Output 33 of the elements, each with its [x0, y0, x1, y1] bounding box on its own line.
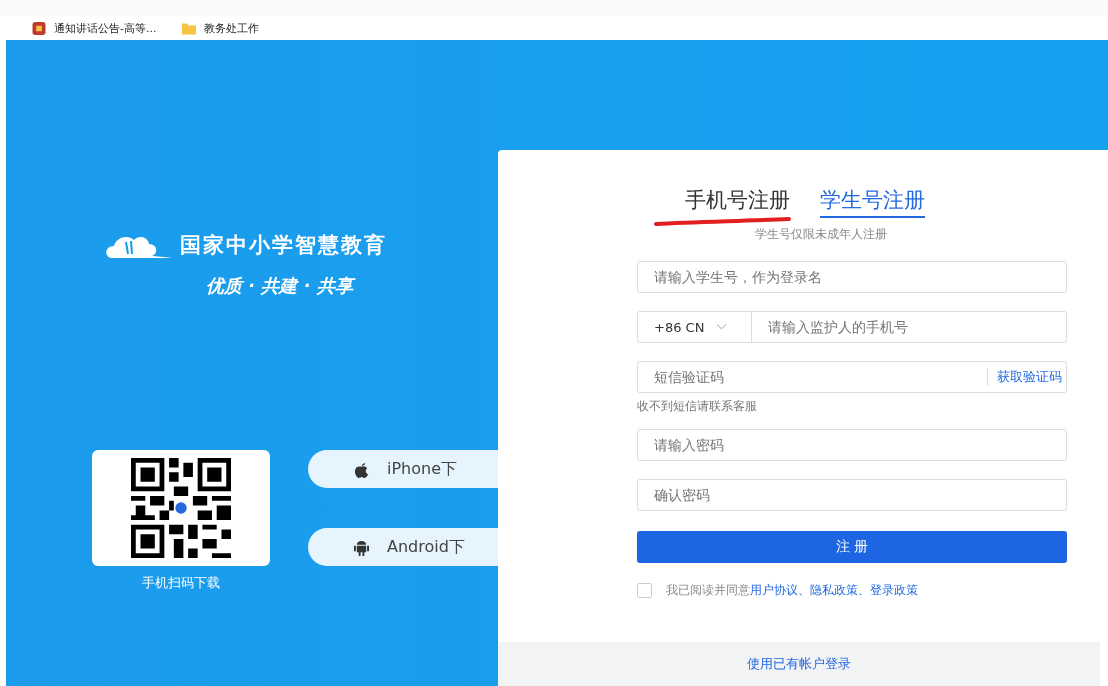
chevron-down-icon	[716, 323, 728, 331]
apple-icon	[354, 460, 369, 478]
bookmark-item[interactable]: 通知讲话公告-高等...	[32, 20, 157, 36]
folder-icon	[182, 21, 197, 35]
download-button[interactable]: Android下	[308, 528, 498, 566]
site-favicon-icon	[32, 21, 46, 35]
separator-text: 、	[858, 582, 870, 599]
separator-text: 、	[798, 582, 810, 599]
get-code-link[interactable]: 获取验证码	[987, 368, 1066, 386]
policy-link[interactable]: 隐私政策	[810, 582, 858, 599]
register-tab[interactable]: 学生号注册	[820, 186, 925, 218]
qr-code-icon	[131, 458, 231, 558]
phone-field[interactable]: +86 CN 请输入监护人的手机号	[637, 311, 1067, 343]
bookmark-item[interactable]: 教务处工作	[182, 20, 260, 36]
register-tab[interactable]: 手机号注册	[685, 186, 790, 216]
country-code-select[interactable]: +86 CN	[638, 312, 752, 342]
android-icon	[354, 538, 369, 556]
sms-code-field[interactable]: 短信验证码 获取验证码	[637, 361, 1067, 393]
agreement-text: 我已阅读并同意	[666, 582, 750, 599]
tab-hint: 学生号仅限未成年人注册	[755, 226, 888, 243]
download-button[interactable]: iPhone下	[308, 450, 498, 488]
input-field[interactable]: 请输入学生号，作为登录名	[637, 261, 1067, 293]
login-link[interactable]: 使用已有帐户登录	[747, 655, 851, 673]
qr-caption: 手机扫码下载	[142, 574, 220, 592]
policy-link[interactable]: 用户协议	[750, 582, 798, 599]
agree-checkbox[interactable]	[637, 583, 652, 598]
register-button[interactable]: 注 册	[637, 531, 1067, 563]
sms-help-text: 收不到短信请联系客服	[637, 398, 758, 415]
input-field[interactable]: 请输入密码	[637, 429, 1067, 461]
input-field[interactable]: 确认密码	[637, 479, 1067, 511]
slogan-text: 优质 · 共建 · 共享	[206, 274, 498, 298]
policy-link[interactable]: 登录政策	[870, 582, 918, 599]
platform-title: 国家中小学智慧教育	[180, 231, 387, 259]
